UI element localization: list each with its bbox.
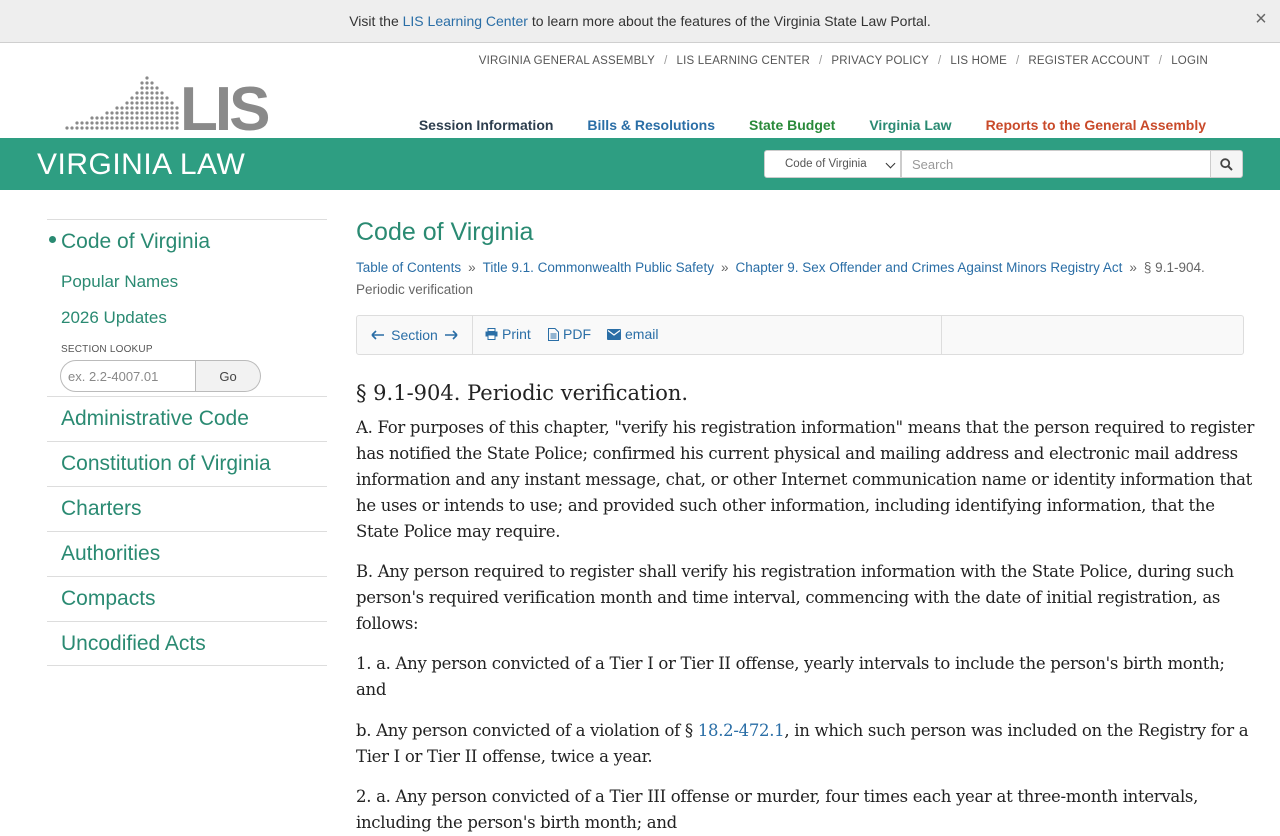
sidebar-item-code-of-virginia[interactable]: Code of Virginia (49, 230, 210, 254)
breadcrumb-title-9-1[interactable]: Title 9.1. Commonwealth Public Safety (483, 260, 714, 275)
breadcrumb: Table of Contents» Title 9.1. Commonwealt… (356, 260, 1205, 297)
section-nav-label: Section (391, 327, 438, 343)
pdf-button[interactable]: PDF (548, 326, 591, 342)
envelope-icon (607, 328, 621, 340)
logo-text: LIS (180, 76, 268, 132)
section-lookup-label: SECTION LOOKUP (61, 344, 153, 355)
search-icon (1220, 157, 1233, 171)
lis-learning-center-link[interactable]: LIS Learning Center (403, 13, 528, 29)
banner-prefix: Visit the (349, 13, 399, 29)
sidebar-item-popular-names[interactable]: Popular Names (61, 272, 178, 292)
sidebar-item-constitution[interactable]: Constitution of Virginia (47, 441, 327, 486)
sidebar-item-uncodified-acts[interactable]: Uncodified Acts (47, 621, 327, 666)
sidebar-item-compacts[interactable]: Compacts (47, 576, 327, 621)
sidebar-item-2026-updates[interactable]: 2026 Updates (61, 308, 167, 328)
sidebar-item-authorities[interactable]: Authorities (47, 531, 327, 576)
lis-logo[interactable]: LIS (64, 76, 269, 132)
print-label: Print (502, 326, 531, 342)
email-label: email (625, 326, 659, 342)
section-navigation-button[interactable]: Section (357, 316, 473, 354)
breadcrumb-current-heading: Periodic verification (356, 282, 474, 297)
pdf-file-icon (548, 327, 559, 341)
sidebar: Code of Virginia Popular Names 2026 Upda… (47, 219, 327, 666)
main-content: Code of Virginia Table of Contents» Title… (356, 218, 1256, 836)
active-bullet-icon (49, 235, 56, 243)
paragraph-b: B. Any person required to register shall… (356, 562, 1234, 633)
sidebar-item-charters[interactable]: Charters (47, 486, 327, 531)
close-icon[interactable]: × (1250, 8, 1272, 30)
section-header-bar: VIRGINIA LAW Code of Virginia Search (0, 138, 1280, 190)
login-link[interactable]: LOGIN (1171, 55, 1208, 67)
search-button[interactable] (1210, 150, 1243, 178)
main-nav: Session Information Bills & Resolutions … (419, 117, 1206, 133)
nav-reports[interactable]: Reports to the General Assembly (986, 117, 1206, 133)
section-lookup-go-button[interactable]: Go (196, 360, 261, 392)
page-title: Code of Virginia (356, 218, 534, 246)
nav-bills-resolutions[interactable]: Bills & Resolutions (587, 117, 715, 133)
print-button[interactable]: Print (485, 326, 531, 342)
section-toolbar: Section Print PDF email (356, 315, 1244, 355)
code-section-link-18-2-472-1[interactable]: 18.2-472.1 (698, 721, 785, 740)
register-account-link[interactable]: REGISTER ACCOUNT (1028, 55, 1149, 67)
utility-nav: VIRGINIA GENERAL ASSEMBLY / LIS LEARNING … (478, 55, 1208, 67)
section-title-virginia-law: VIRGINIA LAW (37, 148, 246, 181)
arrow-left-icon[interactable] (371, 330, 385, 340)
section-lookup-input[interactable]: ex. 2.2-4007.01 (60, 360, 196, 392)
toolbar-divider (941, 316, 942, 354)
search-input[interactable]: Search (901, 150, 1211, 178)
lis-learning-center-nav-link[interactable]: LIS LEARNING CENTER (676, 55, 810, 67)
search-scope-select[interactable]: Code of Virginia (764, 150, 901, 178)
nav-state-budget[interactable]: State Budget (749, 117, 835, 133)
paragraph-b1a: 1. a. Any person convicted of a Tier I o… (356, 654, 1225, 699)
chevron-down-icon (885, 158, 896, 169)
privacy-policy-link[interactable]: PRIVACY POLICY (831, 55, 929, 67)
sidebar-item-label: Code of Virginia (61, 230, 211, 253)
paragraph-a: A. For purposes of this chapter, "verify… (356, 418, 1255, 541)
paragraph-b1b: b. Any person convicted of a violation o… (356, 718, 1256, 770)
nav-session-information[interactable]: Session Information (419, 117, 554, 133)
sidebar-item-administrative-code[interactable]: Administrative Code (47, 396, 327, 441)
pdf-label: PDF (563, 326, 591, 342)
print-icon (485, 328, 498, 340)
search-scope-value: Code of Virginia (785, 158, 867, 170)
virginia-general-assembly-link[interactable]: VIRGINIA GENERAL ASSEMBLY (479, 55, 655, 67)
breadcrumb-chapter-9[interactable]: Chapter 9. Sex Offender and Crimes Again… (735, 260, 1122, 275)
email-button[interactable]: email (607, 326, 658, 342)
announcement-banner: Visit the LIS Learning Center to learn m… (0, 0, 1280, 43)
lis-home-link[interactable]: LIS HOME (950, 55, 1007, 67)
paragraph-b1b-text: b. Any person convicted of a violation o… (356, 721, 693, 740)
breadcrumb-table-of-contents[interactable]: Table of Contents (356, 260, 461, 275)
virginia-map-icon (65, 76, 179, 130)
breadcrumb-current-section: § 9.1-904. (1143, 260, 1205, 275)
arrow-right-icon[interactable] (444, 330, 458, 340)
banner-suffix: to learn more about the features of the … (531, 13, 931, 29)
section-heading: § 9.1-904. Periodic verification. (356, 381, 689, 405)
paragraph-b2a: 2. a. Any person convicted of a Tier III… (356, 787, 1199, 832)
nav-virginia-law[interactable]: Virginia Law (869, 117, 951, 133)
